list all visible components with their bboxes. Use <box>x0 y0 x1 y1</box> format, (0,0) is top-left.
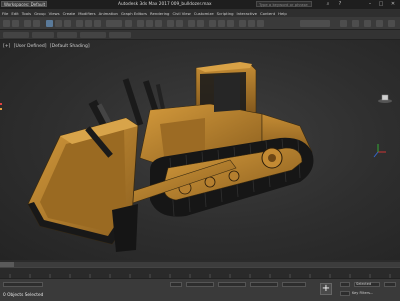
menu-item[interactable]: Interactive <box>237 11 257 16</box>
auto-key-toggle[interactable] <box>340 282 350 287</box>
workspace-dropdown[interactable]: Workspaces: Default <box>1 1 47 7</box>
ribbon-tab[interactable] <box>3 32 29 38</box>
document-title: Autodesk 3ds Max 2017 009_bulldozer.max <box>118 2 212 7</box>
menu-item[interactable]: Create <box>63 11 76 16</box>
scene-explorer-icon[interactable] <box>340 20 347 27</box>
set-key-toggle[interactable] <box>340 291 350 296</box>
select-region-icon[interactable] <box>64 20 71 27</box>
layer-explorer-icon[interactable] <box>188 20 195 27</box>
angle-snap-icon[interactable] <box>146 20 153 27</box>
status-prompt: 0 Objects Selected <box>3 293 44 298</box>
add-time-tag-button[interactable]: + <box>320 283 332 295</box>
menu-item[interactable]: Civil View <box>172 11 190 16</box>
menu-item[interactable]: Help <box>278 11 287 16</box>
menu-item[interactable]: Scripting <box>217 11 234 16</box>
ribbon-tab[interactable] <box>32 32 54 38</box>
grid-field[interactable] <box>282 282 306 287</box>
minimize-icon[interactable]: – <box>366 1 374 8</box>
close-icon[interactable]: ✕ <box>389 1 397 8</box>
rotate-icon[interactable] <box>85 20 92 27</box>
more-tools-icon[interactable] <box>388 20 395 27</box>
help-icon[interactable]: ? <box>336 1 344 8</box>
main-toolbar <box>0 17 400 30</box>
menu-item[interactable]: Rendering <box>150 11 169 16</box>
menu-item[interactable]: Group <box>34 11 46 16</box>
menu-item[interactable]: Content <box>260 11 275 16</box>
scale-icon[interactable] <box>94 20 101 27</box>
viewport-layout-icon[interactable] <box>364 20 371 27</box>
selected-label: Selected <box>356 282 372 286</box>
graphite-toggle-icon[interactable] <box>197 20 204 27</box>
y-coordinate-field[interactable] <box>218 282 246 287</box>
status-bar: 0 Objects Selected <box>0 278 400 301</box>
ribbon-bar <box>0 30 400 40</box>
viewport-edge-markers <box>0 103 3 110</box>
render-icon[interactable] <box>257 20 264 27</box>
rendered-frame-icon[interactable] <box>248 20 255 27</box>
menu-item[interactable]: Views <box>49 11 60 16</box>
percent-snap-icon[interactable] <box>155 20 162 27</box>
title-bar: Workspaces: Default Autodesk 3ds Max 201… <box>0 0 400 9</box>
grid-icon[interactable] <box>352 20 359 27</box>
viewport-view[interactable]: [User Defined] <box>14 44 47 49</box>
unlink-icon[interactable] <box>33 20 40 27</box>
viewport-label[interactable]: [+] [User Defined] [Default Shading] <box>3 44 92 49</box>
ribbon-tab[interactable] <box>80 32 106 38</box>
snap-toggle-icon[interactable] <box>137 20 144 27</box>
settings-icon[interactable] <box>376 20 383 27</box>
search-icon[interactable]: ⌕ <box>324 1 332 8</box>
maximize-icon[interactable]: □ <box>377 1 385 8</box>
menu-item[interactable]: Customize <box>194 11 214 16</box>
link-icon[interactable] <box>24 20 31 27</box>
menu-item[interactable]: Graph Editors <box>121 11 147 16</box>
select-by-name-icon[interactable] <box>55 20 62 27</box>
ribbon-tab[interactable] <box>109 32 131 38</box>
x-coordinate-field[interactable] <box>186 282 214 287</box>
undo-icon[interactable] <box>3 20 10 27</box>
reference-coordinate-dropdown[interactable] <box>106 20 122 27</box>
menu-item[interactable]: Tools <box>22 11 31 16</box>
redo-icon[interactable] <box>12 20 19 27</box>
menu-item[interactable]: Modifiers <box>78 11 95 16</box>
maxscript-listener[interactable] <box>3 282 43 287</box>
ribbon-tab[interactable] <box>57 32 77 38</box>
select-object-icon[interactable] <box>46 20 53 27</box>
bulldozer-model <box>27 62 386 252</box>
search-input[interactable]: Type a keyword or phrase <box>256 1 312 7</box>
viewport-menu[interactable]: [+] <box>3 44 10 49</box>
move-icon[interactable] <box>76 20 83 27</box>
menu-item[interactable]: Animation <box>99 11 118 16</box>
schematic-view-icon[interactable] <box>218 20 225 27</box>
material-editor-icon[interactable] <box>227 20 234 27</box>
mirror-icon[interactable] <box>167 20 174 27</box>
time-config-icon[interactable] <box>384 282 396 287</box>
key-filters-label[interactable]: Key Filters... <box>352 291 373 295</box>
viewport-shading[interactable]: [Default Shading] <box>50 44 90 49</box>
curve-editor-icon[interactable] <box>209 20 216 27</box>
z-coordinate-field[interactable] <box>250 282 278 287</box>
menu-item[interactable]: Edit <box>11 11 18 16</box>
viewcube[interactable] <box>378 94 392 103</box>
pivot-icon[interactable] <box>125 20 132 27</box>
lock-selection-icon[interactable] <box>170 282 182 287</box>
create-selection-set-dropdown[interactable] <box>300 20 330 27</box>
menu-item[interactable]: File <box>2 11 8 16</box>
axis-gizmo <box>373 144 386 158</box>
menu-bar: File Edit Tools Group Views Create Modif… <box>0 9 400 17</box>
align-icon[interactable] <box>176 20 183 27</box>
render-setup-icon[interactable] <box>239 20 246 27</box>
viewport-perspective[interactable] <box>0 40 400 260</box>
